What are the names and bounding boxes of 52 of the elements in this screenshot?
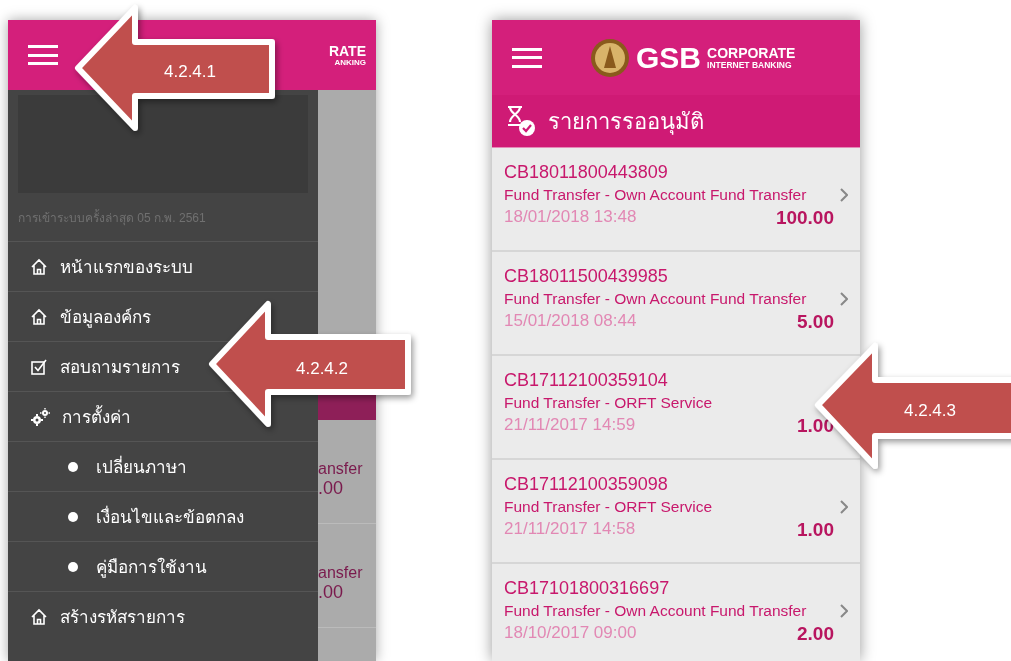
transaction-amount: 5.00 xyxy=(797,311,834,333)
transaction-date: 18/01/2018 13:48 xyxy=(504,207,637,228)
brand-logo-text: GSB xyxy=(636,40,701,75)
home-icon xyxy=(30,607,48,626)
home-icon xyxy=(30,257,48,276)
transaction-date: 15/01/2018 08:44 xyxy=(504,311,637,332)
menu-icon[interactable] xyxy=(512,47,542,68)
page-title: รายการรออนุมัติ xyxy=(548,107,704,137)
transaction-date: 21/11/2017 14:59 xyxy=(504,415,636,436)
brand-title: CORPORATE xyxy=(707,45,796,60)
home-icon xyxy=(30,307,48,326)
transaction-row[interactable]: CB18011800443809 Fund Transfer - Own Account Fund Transfer 18/01/2018 13:48 100.00 xyxy=(492,148,860,252)
transaction-description: Fund Transfer - Own Account Fund Transfer xyxy=(504,186,807,204)
transaction-description: ansfer xyxy=(318,564,364,582)
transaction-row[interactable]: CB18011500439985 Fund Transfer - Own Account Fund Transfer 15/01/2018 08:44 5.00 xyxy=(492,252,860,356)
transaction-row[interactable]: CB17101800316697 Fund Transfer - Own Account Fund Transfer 18/10/2017 09:00 2.00 xyxy=(492,564,860,661)
transaction-amount: 2.00 xyxy=(797,623,834,645)
transaction-amount: .00 xyxy=(318,478,345,499)
chevron-icon xyxy=(840,500,848,514)
transaction-description: Fund Transfer - ORFT Service xyxy=(504,498,713,516)
chevron-icon xyxy=(840,188,848,202)
bullet-icon xyxy=(68,461,78,472)
transaction-id: CB18011800443809 xyxy=(504,162,669,183)
menu-icon[interactable] xyxy=(28,45,58,65)
transaction-description: Fund Transfer - ORFT Service xyxy=(504,394,713,412)
chevron-icon xyxy=(840,604,848,618)
transaction-amount: 1.00 xyxy=(797,519,834,541)
hourglass-check-icon xyxy=(506,105,536,137)
transaction-description: ansfer xyxy=(318,460,364,478)
chevron-icon xyxy=(840,292,848,306)
checkbox-icon xyxy=(30,357,48,376)
brand-subtitle: INTERNET BANKING xyxy=(707,59,793,70)
transaction-date: 21/11/2017 14:58 xyxy=(504,519,636,540)
bullet-icon xyxy=(68,511,78,522)
transaction-description: Fund Transfer - Own Account Fund Transfer xyxy=(504,290,807,308)
transaction-description: Fund Transfer - Own Account Fund Transfer xyxy=(504,602,807,620)
transaction-id: CB18011500439985 xyxy=(504,266,669,287)
transaction-amount: .00 xyxy=(318,582,345,603)
bullet-icon xyxy=(68,561,78,572)
callout-label: 4.2.4.3 xyxy=(904,401,956,420)
emblem-icon xyxy=(590,37,630,78)
transaction-row[interactable]: CB17112100359098 Fund Transfer - ORFT Service 21/11/2017 14:58 1.00 xyxy=(492,460,860,564)
transaction-id: CB17112100359104 xyxy=(504,370,669,391)
logo-text: RATE xyxy=(328,43,366,58)
transaction-id: CB17101800316697 xyxy=(504,578,671,599)
transaction-date: 18/10/2017 09:00 xyxy=(504,623,637,644)
logo-subtext: ANKING xyxy=(334,57,366,67)
callout-label: 4.2.4.1 xyxy=(164,62,216,81)
gears-icon xyxy=(30,407,50,426)
transaction-id: CB17112100359098 xyxy=(504,474,669,495)
title-bar xyxy=(318,395,376,420)
transaction-amount: 100.00 xyxy=(775,207,834,229)
